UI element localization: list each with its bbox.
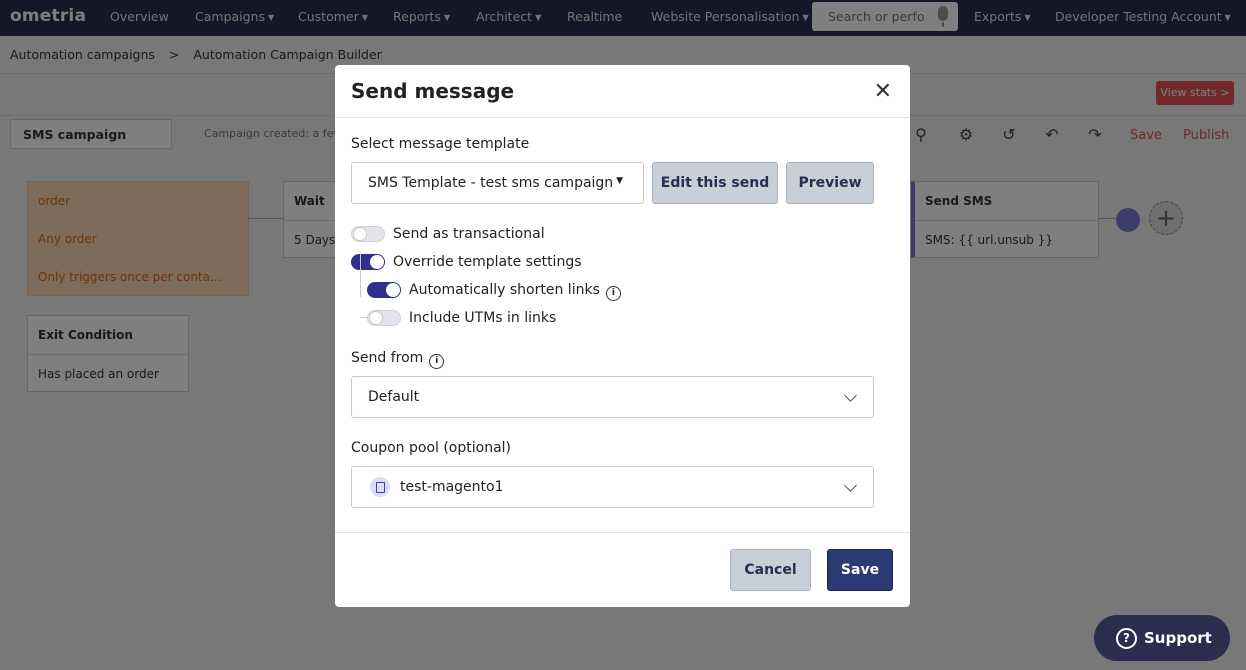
divider bbox=[335, 532, 910, 533]
support-button[interactable]: ? Support bbox=[1094, 615, 1230, 661]
coupon-label: Coupon pool (optional) bbox=[351, 440, 512, 456]
toggle-knob bbox=[386, 283, 400, 297]
override-settings-label: Override template settings bbox=[393, 254, 582, 270]
send-message-modal: Send message ✕ Select message template S… bbox=[335, 65, 910, 607]
coupon-pool-select[interactable]: test-magento1 bbox=[351, 466, 874, 508]
shorten-links-label: Automatically shorten links bbox=[409, 282, 600, 298]
send-from-row: Send from i bbox=[351, 350, 445, 369]
modal-title: Send message bbox=[351, 79, 515, 103]
preview-button[interactable]: Preview bbox=[786, 162, 874, 204]
include-utms-toggle[interactable] bbox=[367, 310, 401, 326]
shorten-links-row: Automatically shorten links i bbox=[409, 282, 621, 301]
help-icon: ? bbox=[1116, 628, 1137, 649]
save-button[interactable]: Save bbox=[827, 549, 893, 591]
template-label: Select message template bbox=[351, 136, 530, 152]
send-from-select[interactable]: Default bbox=[351, 376, 874, 418]
shorten-links-toggle[interactable] bbox=[367, 282, 401, 298]
info-icon[interactable]: i bbox=[429, 354, 445, 369]
edit-send-button[interactable]: Edit this send bbox=[652, 162, 778, 204]
close-icon[interactable]: ✕ bbox=[874, 79, 892, 104]
toggle-knob bbox=[353, 227, 367, 241]
toggle-knob bbox=[370, 255, 384, 269]
send-from-value: Default bbox=[368, 389, 420, 405]
transactional-toggle[interactable] bbox=[351, 226, 385, 242]
tree-line bbox=[360, 253, 361, 297]
chevron-down-icon bbox=[844, 389, 857, 402]
coupon-pool-value: test-magento1 bbox=[400, 479, 504, 495]
cancel-button[interactable]: Cancel bbox=[730, 549, 811, 591]
template-select[interactable]: SMS Template - test sms campaign ( ▼ bbox=[351, 162, 644, 204]
send-from-label: Send from bbox=[351, 350, 424, 366]
divider bbox=[335, 117, 910, 118]
include-utms-label: Include UTMs in links bbox=[409, 310, 557, 326]
template-select-value: SMS Template - test sms campaign ( bbox=[368, 175, 613, 191]
support-label: Support bbox=[1144, 629, 1212, 647]
chevron-down-icon bbox=[844, 479, 857, 492]
toggle-knob bbox=[369, 311, 383, 325]
caret-down-icon: ▼ bbox=[616, 176, 623, 186]
info-icon[interactable]: i bbox=[605, 286, 621, 301]
transactional-label: Send as transactional bbox=[393, 226, 545, 242]
coupon-icon bbox=[370, 477, 390, 497]
override-settings-toggle[interactable] bbox=[351, 254, 385, 270]
